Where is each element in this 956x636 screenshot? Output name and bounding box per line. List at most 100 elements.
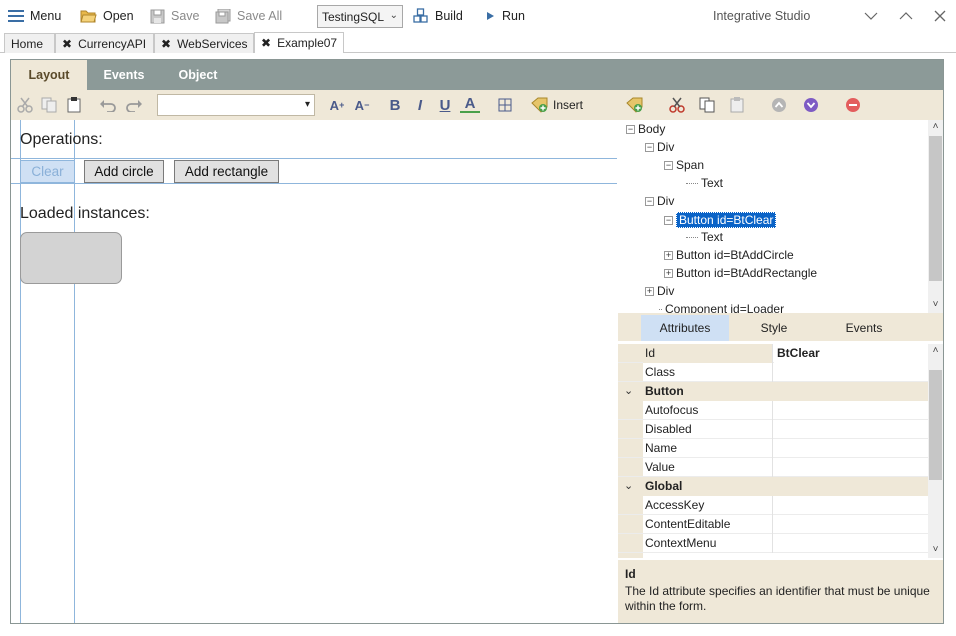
chevron-up-icon[interactable]: ˄: [928, 120, 943, 134]
move-up-icon[interactable]: [769, 95, 789, 115]
menu-button[interactable]: Menu: [8, 0, 61, 32]
delete-icon[interactable]: [843, 95, 863, 115]
prop-row-name[interactable]: Name: [618, 438, 928, 458]
copy-icon[interactable]: [39, 95, 59, 115]
decrease-font-icon[interactable]: A −: [350, 95, 374, 115]
tree-node-div[interactable]: + Div: [645, 284, 674, 298]
chevron-down-icon[interactable]: ˅: [928, 543, 943, 557]
prop-row-id[interactable]: Id BtClear: [618, 344, 928, 363]
panel-tab-bar: Layout Events Object: [11, 60, 943, 90]
chevron-down-icon[interactable]: ⌄: [624, 479, 633, 492]
project-select-value: TestingSQL: [322, 9, 385, 24]
prop-row-autofocus[interactable]: Autofocus: [618, 400, 928, 420]
maximize-button[interactable]: [896, 6, 916, 26]
undo-icon[interactable]: [98, 95, 118, 115]
caret-down-icon: ▾: [304, 99, 310, 110]
chevron-down-icon[interactable]: ˅: [928, 298, 943, 312]
minimize-button[interactable]: [861, 6, 881, 26]
redo-icon[interactable]: [124, 95, 144, 115]
move-down-icon[interactable]: [801, 95, 821, 115]
element-tree[interactable]: − Body − Div − Span Text − Div − Button id=Bt…: [618, 120, 943, 313]
collapse-icon[interactable]: −: [645, 196, 654, 206]
collapse-icon[interactable]: −: [626, 124, 635, 134]
font-color-button[interactable]: A: [460, 95, 480, 113]
tree-node-div[interactable]: − Div: [645, 140, 674, 154]
prop-group-button[interactable]: ⌄ Button: [618, 382, 928, 401]
tree-node-div[interactable]: − Div: [645, 194, 674, 208]
copy-icon[interactable]: [697, 95, 717, 115]
close-icon[interactable]: ✖: [62, 37, 72, 51]
build-button[interactable]: Build: [413, 0, 463, 32]
tree-node-body[interactable]: − Body: [626, 122, 665, 136]
expand-icon[interactable]: +: [645, 286, 654, 296]
tree-node-text[interactable]: Text: [686, 230, 723, 244]
tab-currencyapi[interactable]: ✖ CurrencyAPI: [55, 33, 154, 53]
close-icon[interactable]: ✖: [161, 37, 171, 51]
prop-row-class[interactable]: Class: [618, 362, 928, 382]
font-select[interactable]: ▾: [157, 94, 315, 116]
prop-row-accesskey[interactable]: AccessKey: [618, 495, 928, 515]
tree-scrollbar[interactable]: ˄ ˅: [928, 120, 943, 313]
scrollbar-thumb[interactable]: [929, 370, 942, 480]
prop-row-contextmenu[interactable]: ContextMenu: [618, 533, 928, 553]
project-select[interactable]: TestingSQL ⌄: [317, 5, 403, 28]
paste-icon[interactable]: [727, 95, 747, 115]
expand-icon[interactable]: +: [664, 250, 673, 260]
design-canvas[interactable]: Operations: Clear Add circle Add rectang…: [11, 120, 617, 623]
run-button[interactable]: Run: [484, 0, 525, 32]
italic-button[interactable]: I: [410, 95, 430, 115]
prop-row-value[interactable]: Value: [618, 457, 928, 477]
property-description: Id The Id attribute specifies an identif…: [618, 560, 943, 623]
prop-group-global[interactable]: ⌄ Global: [618, 477, 928, 496]
tree-node-button-btaddrectangle[interactable]: + Button id=BtAddRectangle: [664, 266, 817, 280]
clear-button[interactable]: Clear: [20, 160, 75, 183]
tab-home[interactable]: Home: [4, 33, 55, 53]
underline-button[interactable]: U: [435, 95, 455, 115]
play-icon: [484, 10, 496, 22]
property-scrollbar[interactable]: ˄ ˅: [928, 344, 943, 558]
close-icon[interactable]: ✖: [261, 36, 271, 50]
tab-layout[interactable]: Layout: [11, 60, 87, 90]
insert-button[interactable]: Insert: [531, 95, 583, 115]
prop-row-disabled[interactable]: Disabled: [618, 419, 928, 439]
property-grid[interactable]: Id BtClear Class ⌄ Button Autofocus Disa…: [618, 344, 943, 558]
tab-object[interactable]: Object: [161, 60, 235, 90]
chevron-down-icon[interactable]: ⌄: [624, 384, 633, 397]
open-button[interactable]: Open: [80, 0, 134, 32]
collapse-icon[interactable]: −: [664, 160, 673, 170]
paste-icon[interactable]: [64, 95, 84, 115]
scrollbar-thumb[interactable]: [929, 136, 942, 281]
tab-webservices[interactable]: ✖ WebServices: [154, 33, 254, 53]
tree-node-component-loader[interactable]: Component id=Loader: [659, 302, 784, 313]
loader-component[interactable]: [20, 232, 122, 284]
tab-events[interactable]: Events: [819, 315, 909, 341]
expand-icon[interactable]: +: [664, 268, 673, 278]
bold-button[interactable]: B: [385, 95, 405, 115]
table-grid-icon[interactable]: [495, 95, 515, 115]
tab-example07[interactable]: ✖ Example07: [254, 32, 344, 53]
tab-events[interactable]: Events: [87, 60, 161, 90]
collapse-icon[interactable]: −: [664, 215, 673, 225]
tab-style[interactable]: Style: [729, 315, 819, 341]
collapse-icon[interactable]: −: [645, 142, 654, 152]
save-button[interactable]: Save: [150, 0, 200, 32]
tag-add-icon[interactable]: [625, 95, 645, 115]
tab-attributes[interactable]: Attributes: [641, 315, 729, 341]
tree-node-text[interactable]: Text: [686, 176, 723, 190]
add-rectangle-button[interactable]: Add rectangle: [174, 160, 279, 183]
insert-label: Insert: [553, 98, 584, 112]
tree-node-button-btclear[interactable]: − Button id=BtClear: [664, 212, 777, 228]
close-window-button[interactable]: [930, 6, 950, 26]
prop-row-contenteditable[interactable]: ContentEditable: [618, 514, 928, 534]
save-all-button[interactable]: Save All: [215, 0, 282, 32]
increase-font-icon[interactable]: A +: [325, 95, 349, 115]
add-circle-button[interactable]: Add circle: [84, 160, 164, 183]
cut-icon[interactable]: [667, 95, 687, 115]
tab-label: Example07: [277, 36, 338, 50]
tree-node-span[interactable]: − Span: [664, 158, 704, 172]
cut-icon[interactable]: [15, 95, 35, 115]
tab-label: Home: [11, 36, 44, 51]
chevron-up-icon[interactable]: ˄: [928, 344, 943, 358]
tree-node-button-btaddcircle[interactable]: + Button id=BtAddCircle: [664, 248, 794, 262]
top-toolbar: Menu Open Save Save All TestingSQL ⌄ Bui…: [0, 0, 956, 32]
